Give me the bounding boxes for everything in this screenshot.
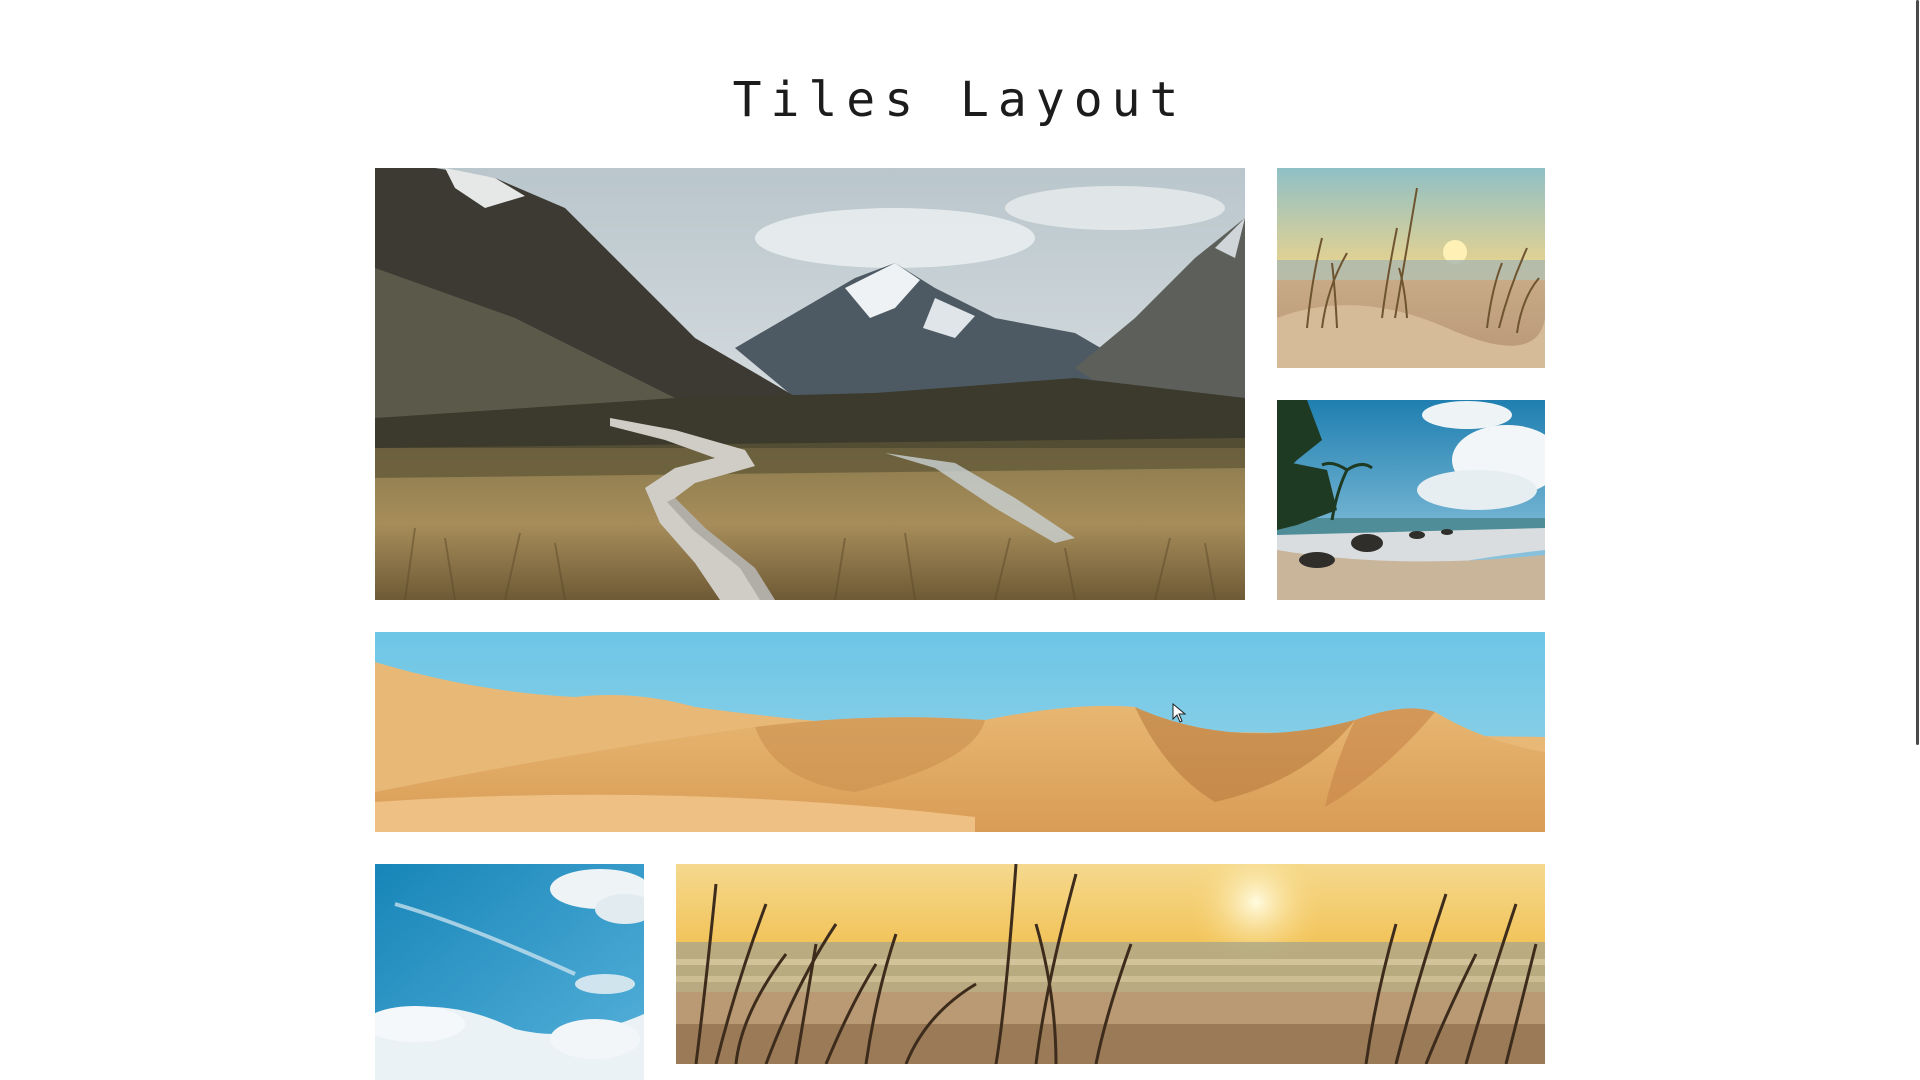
scrollbar-thumb[interactable] — [1916, 0, 1919, 745]
beach-grass-sunset-small-image[interactable] — [1277, 168, 1545, 368]
beach-grass-sunset-wide-image[interactable] — [676, 864, 1545, 1064]
blue-sky-clouds-image[interactable] — [375, 864, 644, 1080]
mouse-cursor-icon — [1172, 703, 1186, 723]
vertical-scrollbar[interactable] — [1914, 0, 1920, 1080]
desert-dunes-banner-image[interactable] — [375, 632, 1545, 832]
mountain-valley-boardwalk-image[interactable] — [375, 168, 1245, 600]
tropical-beach-palms-image[interactable] — [1277, 400, 1545, 600]
page-title: Tiles Layout — [732, 72, 1188, 128]
page: Tiles Layout — [0, 0, 1920, 1080]
